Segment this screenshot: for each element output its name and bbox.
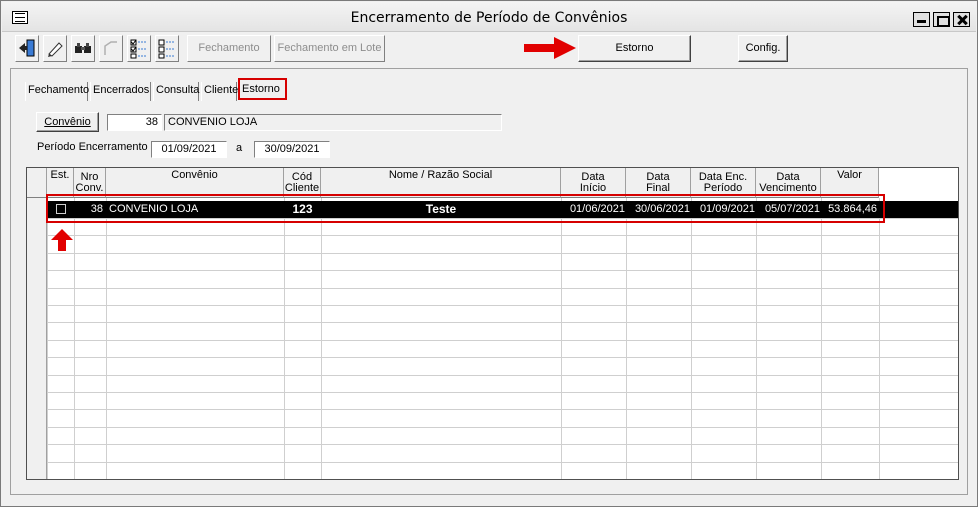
convenio-code-field[interactable]: 38 bbox=[107, 114, 162, 131]
select-all-button[interactable] bbox=[127, 35, 151, 62]
periodo-start-field[interactable]: 01/09/2021 bbox=[151, 141, 227, 158]
grid-column-line bbox=[879, 198, 880, 479]
red-arrow-up-icon bbox=[51, 229, 73, 251]
app-window: Encerramento de Período de Convênios Fec… bbox=[0, 0, 978, 507]
grid-row-line bbox=[27, 375, 958, 376]
exit-icon bbox=[19, 39, 35, 57]
grid-column-line bbox=[74, 198, 75, 479]
grid-row-line bbox=[27, 392, 958, 393]
tab-estorno[interactable]: Estorno bbox=[238, 78, 287, 100]
convenio-button[interactable]: Convênio bbox=[36, 112, 99, 132]
tab-fechamento[interactable]: Fechamento bbox=[25, 82, 89, 101]
convenio-name-field: CONVENIO LOJA bbox=[164, 114, 502, 131]
exit-button[interactable] bbox=[15, 35, 39, 62]
estorno-button[interactable]: Estorno bbox=[578, 35, 691, 62]
red-arrow-right-icon bbox=[524, 37, 576, 59]
binoculars-icon bbox=[75, 43, 91, 53]
grid-row-line bbox=[27, 322, 958, 323]
header-nro-line2: Conv. bbox=[75, 182, 104, 194]
grid-row-line bbox=[27, 427, 958, 428]
header-data-venc-line2: Vencimento bbox=[759, 182, 817, 194]
fechamento-button[interactable]: Fechamento bbox=[187, 35, 271, 62]
grid-column-line bbox=[561, 198, 562, 479]
title-bar: Encerramento de Período de Convênios bbox=[2, 2, 976, 32]
grid-row-line bbox=[27, 462, 958, 463]
periodo-separator: a bbox=[236, 142, 243, 154]
window-title: Encerramento de Período de Convênios bbox=[350, 10, 628, 26]
deselect-all-button[interactable] bbox=[155, 35, 179, 62]
periodo-end-field[interactable]: 30/09/2021 bbox=[254, 141, 330, 158]
grid-row-line bbox=[27, 235, 958, 236]
minimize-button[interactable] bbox=[913, 12, 930, 27]
disabled-tool-button[interactable] bbox=[99, 35, 123, 62]
header-cod-line2: Cliente bbox=[284, 182, 320, 194]
grid-row-line bbox=[27, 409, 958, 410]
periodo-label: Período Encerramento bbox=[37, 141, 148, 153]
grid-column-line bbox=[821, 198, 822, 479]
tab-cliente[interactable]: Cliente bbox=[201, 82, 238, 101]
config-button[interactable]: Config. bbox=[738, 35, 788, 62]
pencil-icon bbox=[48, 42, 63, 57]
grid-column-line bbox=[284, 198, 285, 479]
grid-column-line bbox=[691, 198, 692, 479]
fechamento-lote-button[interactable]: Fechamento em Lote bbox=[274, 35, 385, 62]
header-row-selector bbox=[27, 168, 47, 198]
unchecked-list-icon bbox=[158, 39, 175, 59]
row-selector-column bbox=[27, 198, 47, 479]
grid-column-line bbox=[626, 198, 627, 479]
edit-button[interactable] bbox=[43, 35, 67, 62]
tab-consulta[interactable]: Consulta bbox=[153, 82, 199, 101]
grid-column-line bbox=[47, 198, 48, 479]
grid-row-line bbox=[27, 270, 958, 271]
grid-row-line bbox=[27, 288, 958, 289]
grid-row-line bbox=[27, 253, 958, 254]
checklist-icon bbox=[130, 39, 147, 59]
grid-row-line bbox=[27, 340, 958, 341]
line-tool-icon bbox=[104, 41, 117, 55]
tab-encerrados[interactable]: Encerrados bbox=[90, 82, 151, 101]
grid-row-line bbox=[27, 305, 958, 306]
close-button[interactable] bbox=[953, 12, 970, 27]
grid-column-line bbox=[756, 198, 757, 479]
header-data-enc-line2: Período bbox=[703, 182, 743, 194]
search-button[interactable] bbox=[71, 35, 95, 62]
grid-row-line bbox=[27, 479, 958, 480]
grid-row-line bbox=[27, 444, 958, 445]
grid-column-line bbox=[321, 198, 322, 479]
maximize-button[interactable] bbox=[933, 12, 950, 27]
header-data-inicio-line2: Início bbox=[579, 182, 607, 194]
header-data-final-line2: Final bbox=[646, 182, 670, 194]
grid-row-line bbox=[27, 357, 958, 358]
grid-column-line bbox=[106, 198, 107, 479]
row-highlight-box bbox=[46, 194, 885, 223]
